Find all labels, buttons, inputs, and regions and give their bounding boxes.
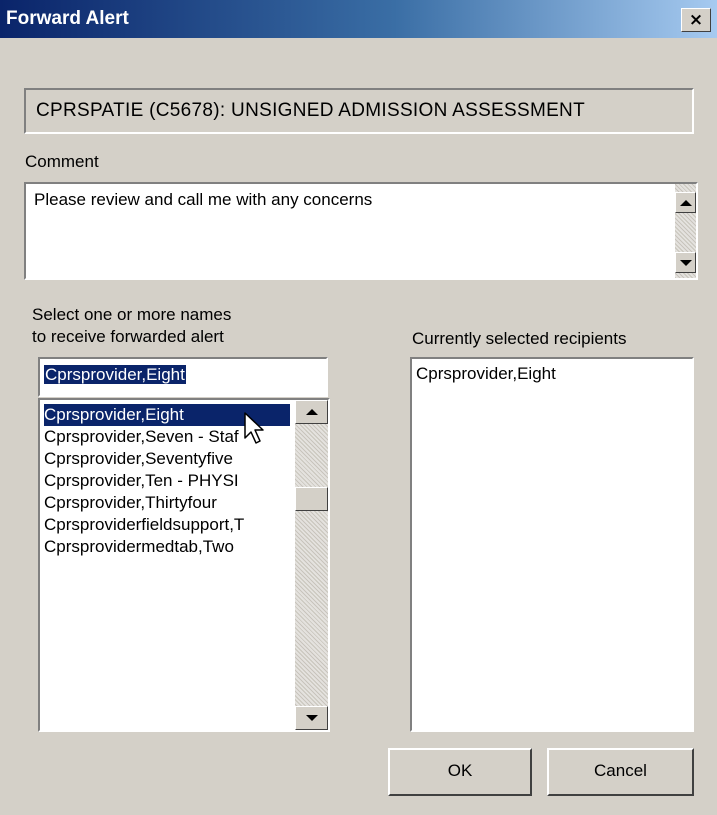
list-item[interactable]: Cprsprovider,Ten - PHYSI (44, 470, 290, 492)
cancel-button[interactable]: Cancel (547, 748, 694, 796)
list-item[interactable]: Cprsprovider,Thirtyfour (44, 492, 290, 514)
comment-text: Please review and call me with any conce… (34, 190, 373, 209)
ok-button[interactable]: OK (388, 748, 532, 796)
triangle-down-icon (305, 715, 318, 721)
comment-field[interactable]: Please review and call me with any conce… (24, 182, 698, 280)
names-scroll-down-button[interactable] (295, 706, 328, 730)
triangle-down-icon (679, 259, 692, 266)
recipients-label: Currently selected recipients (412, 329, 627, 348)
triangle-up-icon (679, 199, 692, 206)
comment-scroll-up-button[interactable] (675, 192, 696, 213)
list-item[interactable]: Cprsproviderfieldsupport,T (44, 514, 290, 536)
comment-scrollbar[interactable] (675, 184, 696, 278)
alert-subject-text: CPRSPATIE (C5678): UNSIGNED ADMISSION AS… (36, 100, 585, 121)
comment-label: Comment (25, 152, 99, 171)
names-listbox[interactable]: Cprsprovider,Eight Cprsprovider,Seven - S… (38, 398, 330, 732)
name-search-value: Cprsprovider,Eight (44, 365, 186, 384)
name-search-field[interactable]: Cprsprovider,Eight (38, 357, 328, 397)
recipient-item[interactable]: Cprsprovider,Eight (416, 363, 686, 385)
window-title: Forward Alert (6, 8, 129, 29)
title-bar[interactable]: Forward Alert × (0, 0, 717, 38)
names-instruction-line2: to receive forwarded alert (32, 327, 224, 346)
names-scroll-thumb[interactable] (295, 487, 328, 511)
alert-subject-field: CPRSPATIE (C5678): UNSIGNED ADMISSION AS… (24, 88, 694, 134)
mouse-pointer-icon (244, 412, 264, 444)
name-search-input[interactable]: Cprsprovider,Eight (44, 365, 314, 389)
close-icon: × (688, 10, 704, 30)
close-button[interactable]: × (681, 8, 711, 32)
names-instruction: Select one or more names to receive forw… (32, 304, 231, 348)
comment-scroll-down-button[interactable] (675, 252, 696, 273)
recipients-listbox[interactable]: Cprsprovider,Eight (410, 357, 694, 732)
list-item[interactable]: Cprsprovider,Seventyfive (44, 448, 290, 470)
names-instruction-line1: Select one or more names (32, 305, 232, 324)
triangle-up-icon (305, 409, 318, 415)
names-scrollbar[interactable] (295, 400, 328, 730)
list-item[interactable]: Cprsprovidermedtab,Two (44, 536, 290, 558)
names-scroll-up-button[interactable] (295, 400, 328, 424)
